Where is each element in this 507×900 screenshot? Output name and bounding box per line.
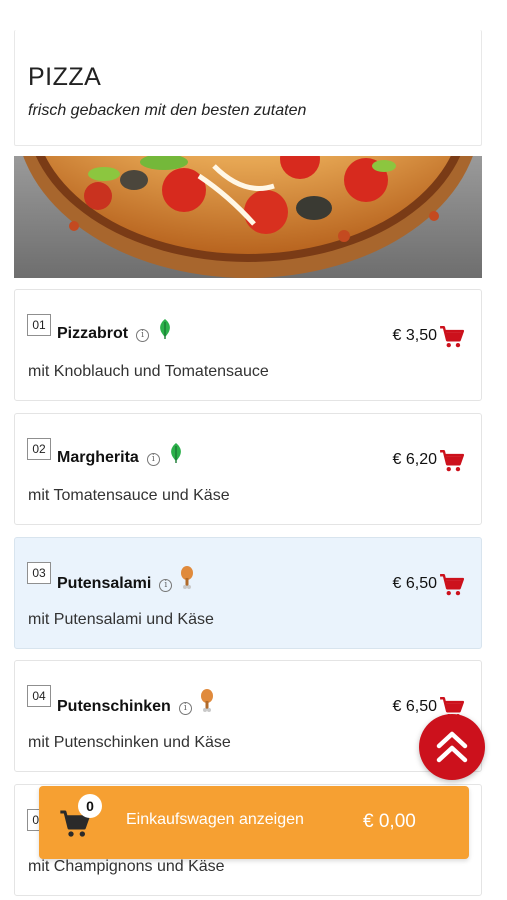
add-to-cart-icon[interactable] [439, 448, 465, 474]
add-to-cart-icon[interactable] [439, 324, 465, 350]
item-price: € 6,50 [392, 698, 437, 715]
item-price: € 3,50 [392, 327, 437, 344]
category-title: PIZZA [28, 63, 102, 91]
menu-page: PIZZA frisch gebacken mit den besten zut… [0, 0, 507, 900]
item-price: € 6,50 [392, 575, 437, 592]
cart-total: € 0,00 [363, 811, 416, 832]
menu-item[interactable]: 04 Putenschinken i € 6,50 mit Putenschink… [14, 660, 482, 772]
view-cart-button[interactable]: 0 Einkaufswagen anzeigen € 0,00 [39, 786, 469, 859]
add-to-cart-icon[interactable] [439, 572, 465, 598]
item-name-row: Pizzabrot i [57, 318, 173, 345]
item-price: € 6,20 [392, 451, 437, 468]
leaf-icon [157, 318, 173, 345]
item-description: mit Tomatensauce und Käse [28, 487, 230, 504]
item-name: Putensalami [57, 575, 152, 592]
category-header: PIZZA frisch gebacken mit den besten zut… [14, 30, 482, 146]
item-name: Margherita [57, 449, 139, 466]
info-icon[interactable]: i [146, 453, 160, 466]
item-description: mit Putenschinken und Käse [28, 734, 231, 751]
item-number: 03 [27, 562, 51, 584]
menu-item[interactable]: 01 Pizzabrot i € 3,50 mit Knoblauch und T… [14, 289, 482, 401]
menu-item[interactable]: 03 Putensalami i € 6,50 mit Putensalami u… [14, 537, 482, 649]
menu-item[interactable]: 02 Margherita i € 6,20 mit Tomatensauce u… [14, 413, 482, 525]
info-icon[interactable]: i [159, 579, 173, 592]
double-chevron-up-icon [436, 731, 468, 763]
item-number: 02 [27, 438, 51, 460]
scroll-to-top-button[interactable] [419, 714, 485, 780]
item-number: 04 [27, 685, 51, 707]
item-description: mit Knoblauch und Tomatensauce [28, 363, 269, 380]
item-name-row: Putensalami i [57, 566, 194, 595]
item-name-row: Margherita i [57, 442, 184, 469]
view-cart-label: Einkaufswagen anzeigen [126, 811, 304, 828]
item-name: Putenschinken [57, 698, 171, 715]
info-icon[interactable]: i [178, 702, 192, 715]
item-name: Pizzabrot [57, 325, 129, 342]
drumstick-icon [200, 689, 214, 718]
leaf-icon [168, 442, 184, 469]
item-description: mit Champignons und Käse [28, 858, 225, 875]
item-description: mit Putensalami und Käse [28, 611, 214, 628]
item-number: 01 [27, 314, 51, 336]
cart-count-badge: 0 [78, 794, 102, 818]
drumstick-icon [180, 566, 194, 595]
info-icon[interactable]: i [136, 329, 150, 342]
item-name-row: Putenschinken i [57, 689, 214, 718]
category-subtitle: frisch gebacken mit den besten zutaten [28, 102, 307, 119]
pizza-banner-image [14, 156, 482, 278]
